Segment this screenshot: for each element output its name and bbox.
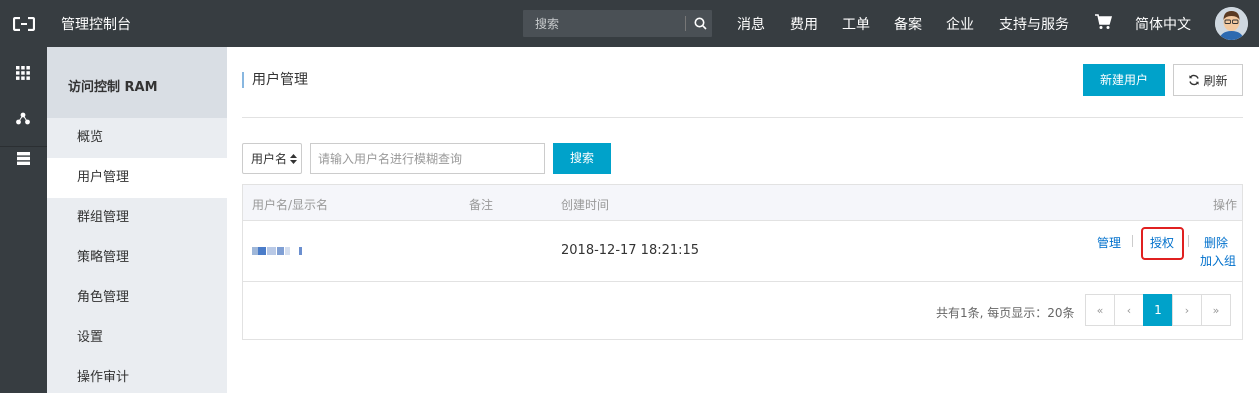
add-to-group-link[interactable]: 加入组: [1200, 252, 1236, 269]
sidebar-item-roles[interactable]: 角色管理: [47, 278, 227, 318]
nav-icp[interactable]: 备案: [894, 14, 922, 34]
global-search: [523, 10, 712, 37]
avatar[interactable]: [1215, 7, 1248, 40]
users-table: 用户名/显示名 备注 创建时间 操作 2018-12-17 18:21:15 管…: [242, 184, 1243, 340]
sidebar-item-overview[interactable]: 概览: [47, 118, 227, 158]
sidebar-item-audit[interactable]: 操作审计: [47, 358, 227, 398]
nav-tickets[interactable]: 工单: [842, 14, 870, 34]
table-footer: 共有1条, 每页显示：20条 « ‹ 1 › »: [243, 283, 1242, 339]
sidebar-header: 访问控制 RAM: [47, 47, 227, 118]
search-divider: [685, 16, 686, 31]
server-icon[interactable]: [13, 148, 33, 168]
manage-link[interactable]: 管理: [1097, 234, 1121, 251]
nav-billing[interactable]: 费用: [790, 14, 818, 34]
masked-username[interactable]: [252, 247, 302, 255]
last-page-button[interactable]: »: [1201, 294, 1231, 326]
delete-link[interactable]: 删除: [1204, 234, 1228, 251]
sidebar-item-policies[interactable]: 策略管理: [47, 238, 227, 278]
page-1-button[interactable]: 1: [1143, 294, 1173, 326]
column-username: 用户名/显示名: [252, 198, 329, 212]
cart-icon[interactable]: [1094, 13, 1113, 34]
pagination-summary: 共有1条, 每页显示：20条: [936, 306, 1075, 320]
sort-caret-icon: [290, 153, 298, 164]
sidebar-item-settings[interactable]: 设置: [47, 318, 227, 358]
grid-icon[interactable]: [13, 63, 33, 83]
nav-support[interactable]: 支持与服务: [999, 14, 1069, 34]
language-selector[interactable]: 简体中文: [1135, 14, 1191, 34]
filter-field-select[interactable]: 用户名: [242, 143, 302, 174]
username-search-input[interactable]: [310, 143, 545, 174]
nav-enterprise[interactable]: 企业: [946, 14, 974, 34]
top-bar: 管理控制台 消息 费用 工单 备案 企业 支持与服务 简体中文: [0, 0, 1259, 47]
icon-rail: [0, 47, 47, 393]
table-header: 用户名/显示名 备注 创建时间 操作: [243, 185, 1242, 221]
refresh-button[interactable]: 刷新: [1173, 64, 1243, 96]
rail-divider: [0, 146, 47, 147]
sidebar-item-groups[interactable]: 群组管理: [47, 198, 227, 238]
search-button[interactable]: 搜索: [553, 143, 611, 174]
action-separator: [1188, 235, 1189, 247]
new-user-button[interactable]: 新建用户: [1083, 64, 1165, 96]
filter-select-value: 用户名: [251, 152, 288, 166]
column-created: 创建时间: [561, 198, 610, 212]
search-icon[interactable]: [688, 10, 712, 37]
app-title[interactable]: 管理控制台: [61, 14, 131, 34]
page-title: 用户管理: [252, 72, 308, 88]
nav-messages[interactable]: 消息: [737, 14, 765, 34]
refresh-label: 刷新: [1203, 73, 1228, 88]
column-note: 备注: [469, 198, 494, 212]
refresh-icon: [1189, 74, 1200, 86]
table-row: 2018-12-17 18:21:15 管理 授权 删除 加入组: [243, 221, 1242, 282]
cluster-icon[interactable]: [13, 108, 33, 128]
action-separator: [1132, 235, 1133, 247]
first-page-button[interactable]: «: [1085, 294, 1115, 326]
header-divider: [242, 117, 1243, 118]
ram-sidebar: 访问控制 RAM 概览 用户管理 群组管理 策略管理 角色管理 设置 操作审计: [47, 47, 227, 393]
created-time: 2018-12-17 18:21:15: [561, 243, 700, 258]
sidebar-item-users[interactable]: 用户管理: [47, 158, 227, 198]
column-actions: 操作: [1213, 198, 1238, 212]
main-content: 用户管理 新建用户 刷新 用户名 搜索 用户名/显示名 备注 创建时间 操作: [227, 47, 1259, 393]
pagination: « ‹ 1 › »: [1085, 294, 1231, 326]
next-page-button[interactable]: ›: [1172, 294, 1202, 326]
page-title-block: 用户管理: [242, 72, 308, 88]
prev-page-button[interactable]: ‹: [1114, 294, 1144, 326]
aliyun-logo-icon[interactable]: [0, 0, 47, 47]
search-input[interactable]: [523, 10, 685, 37]
authorize-link[interactable]: 授权: [1150, 234, 1174, 251]
